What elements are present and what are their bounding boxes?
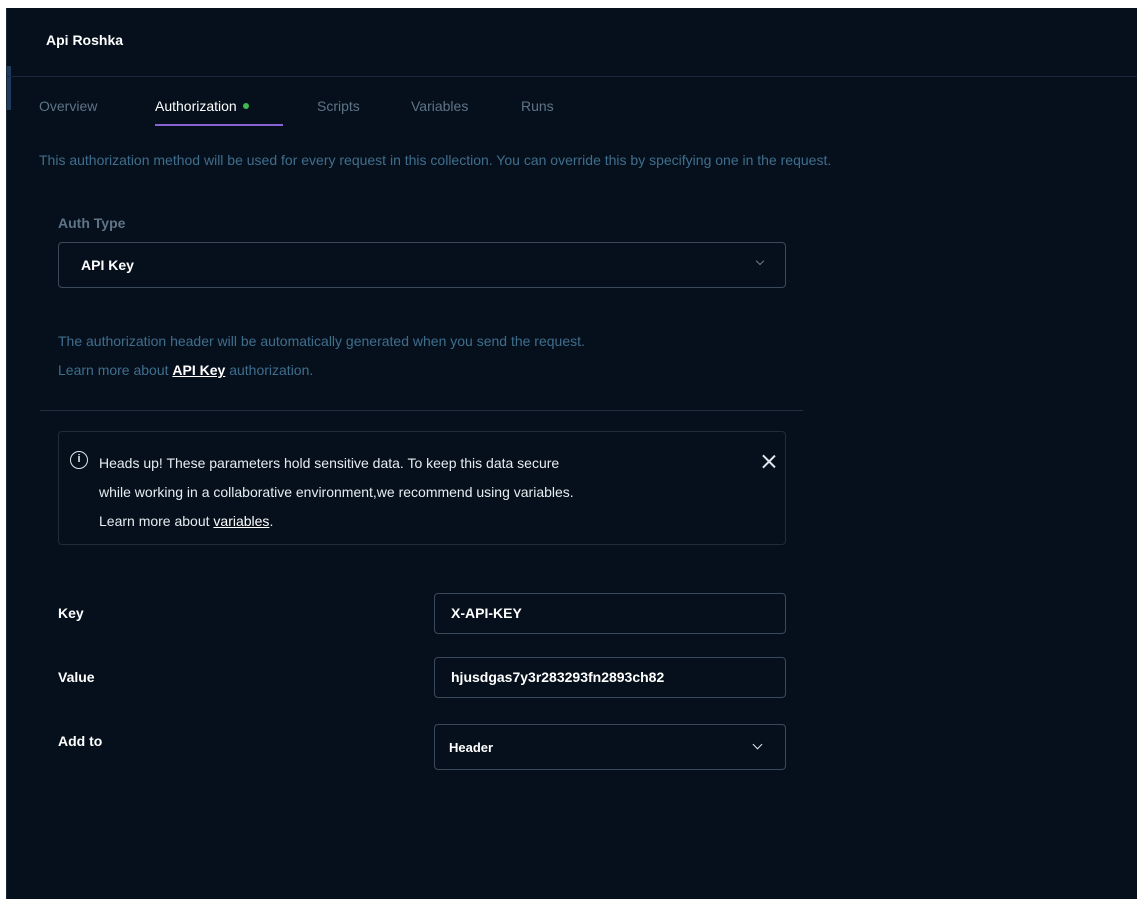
notice-text: Heads up! These parameters hold sensitiv… xyxy=(99,449,739,536)
tab-overview[interactable]: Overview xyxy=(39,98,97,114)
status-dot-icon xyxy=(242,103,249,110)
auth-help-text: The authorization header will be automat… xyxy=(58,327,585,385)
chevron-down-icon xyxy=(752,739,763,750)
info-icon: i xyxy=(70,451,88,469)
sidebar-edge xyxy=(7,66,11,110)
tab-authorization[interactable]: Authorization xyxy=(155,98,249,114)
tab-label: Authorization xyxy=(155,98,237,114)
auth-help-line: The authorization header will be automat… xyxy=(58,333,585,349)
tab-label: Runs xyxy=(521,98,554,114)
tab-label: Variables xyxy=(411,98,469,114)
key-label: Key xyxy=(58,605,84,621)
variables-docs-link[interactable]: variables xyxy=(213,513,269,529)
add-to-label: Add to xyxy=(58,733,103,749)
collection-title: Api Roshka xyxy=(46,32,124,48)
auth-type-value: API Key xyxy=(81,257,134,273)
sensitive-data-notice: i Heads up! These parameters hold sensit… xyxy=(58,431,786,545)
header-divider xyxy=(7,76,1137,77)
tab-label: Scripts xyxy=(317,98,360,114)
add-to-select[interactable]: Header xyxy=(434,724,786,770)
section-divider xyxy=(40,410,803,411)
authorization-description: This authorization method will be used f… xyxy=(39,152,832,168)
notice-line: Learn more about variables. xyxy=(99,507,739,536)
collection-panel: Api Roshka Overview Authorization Script… xyxy=(6,8,1137,899)
active-tab-indicator xyxy=(155,124,283,126)
screenshot-frame: Api Roshka Overview Authorization Script… xyxy=(0,0,1137,899)
notice-line: Heads up! These parameters hold sensitiv… xyxy=(99,455,560,471)
close-icon[interactable] xyxy=(759,452,779,472)
key-input[interactable]: X-API-KEY xyxy=(434,593,786,634)
tab-runs[interactable]: Runs xyxy=(521,98,554,114)
help-suffix: authorization. xyxy=(225,362,314,378)
value-input[interactable]: hjusdgas7y3r283293fn2893ch82 xyxy=(434,657,786,698)
notice-line: while working in a collaborative environ… xyxy=(99,484,574,500)
help-prefix: Learn more about xyxy=(58,362,173,378)
add-to-value: Header xyxy=(449,740,494,755)
auth-type-label: Auth Type xyxy=(58,215,126,231)
value-label: Value xyxy=(58,669,95,685)
notice-prefix: Learn more about xyxy=(99,513,214,529)
tab-label: Overview xyxy=(39,98,98,114)
auth-type-select[interactable]: API Key xyxy=(58,242,786,288)
auth-help-line: Learn more about API Key authorization. xyxy=(58,356,585,385)
tab-scripts[interactable]: Scripts xyxy=(317,98,360,114)
tab-variables[interactable]: Variables xyxy=(411,98,468,114)
api-key-docs-link[interactable]: API Key xyxy=(172,362,225,378)
chevron-down-icon xyxy=(755,256,765,266)
notice-suffix: . xyxy=(269,513,274,529)
